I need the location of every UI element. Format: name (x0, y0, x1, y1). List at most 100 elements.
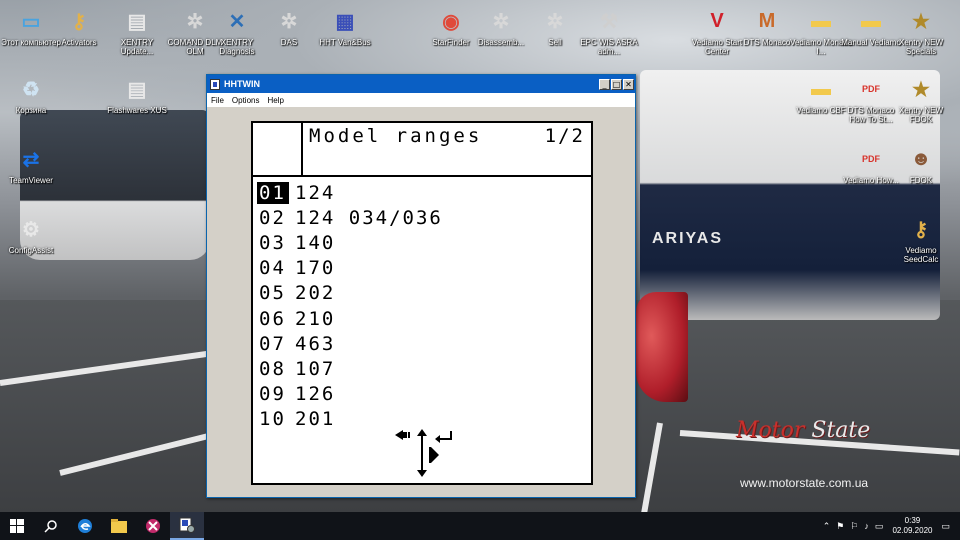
desktop-icon[interactable]: ★ Xentry NEW FDOK (890, 74, 952, 125)
model-range-number: 07 (259, 332, 286, 355)
desktop-icon-label: FDOK (909, 176, 933, 185)
up-down-arrow-icon[interactable] (417, 429, 427, 477)
wallpaper-boat-name: ARIYAS (652, 230, 723, 247)
start-icon (10, 519, 24, 533)
xentry-new-icon: ★ (912, 10, 930, 33)
folder-icon: ▬ (811, 77, 831, 100)
app-button[interactable] (136, 512, 170, 540)
model-range-row[interactable]: 06 210 (257, 306, 443, 331)
desktop-icon-label: EPC WIS ASRA adm... (580, 38, 638, 56)
desktop-icon-label: Xentry NEW Specials (898, 38, 943, 56)
desktop-icon[interactable]: M DTS Monaco (736, 6, 798, 48)
model-range-number: 06 (259, 307, 286, 330)
edge-button[interactable] (68, 512, 102, 540)
model-range-row[interactable]: 07 463 (257, 331, 443, 356)
network-icon[interactable]: ⚑ (836, 521, 844, 532)
config-assist-icon: ⚙ (22, 218, 40, 241)
fdok-icon: ☻ (910, 147, 932, 170)
folder-icon: ▬ (811, 9, 831, 32)
power-icon[interactable]: ▭ (875, 521, 884, 532)
desktop-icon-label: StarFinder (432, 38, 470, 47)
desktop-icon-label: HHT Van&Bus (319, 38, 371, 47)
menu-options[interactable]: Options (232, 96, 260, 105)
model-range-value: 210 (295, 307, 336, 330)
model-range-row[interactable]: 08 107 (257, 356, 443, 381)
model-range-row[interactable]: 09 126 (257, 382, 443, 407)
notifications-icon[interactable]: ▭ (941, 521, 950, 532)
lcd-header-divider (253, 175, 591, 177)
clock-date: 02.09.2020 (892, 526, 933, 535)
play-right-icon[interactable] (429, 447, 439, 463)
enter-icon[interactable] (435, 431, 452, 443)
edge-icon (78, 519, 92, 533)
desktop-icon[interactable]: ⚷ Activators (48, 6, 110, 48)
model-range-value: 124 034/036 (295, 206, 443, 229)
menu-file[interactable]: File (211, 96, 224, 105)
model-range-number: 10 (259, 408, 286, 431)
desktop-icon[interactable]: ✲ DAS (258, 6, 320, 48)
desktop-icon-label: XENTRY Update... (120, 38, 154, 56)
desktop-icon[interactable]: ▤ Flashwares XUS (106, 74, 168, 116)
menu-bar: File Options Help (207, 93, 635, 107)
xentry-diagnosis-icon: ✕ (228, 10, 246, 33)
model-range-row[interactable]: 04 170 (257, 256, 443, 281)
close-button[interactable]: ✕ (623, 78, 634, 90)
desktop-icon[interactable]: ✲ Sell (524, 6, 586, 48)
clock[interactable]: 0:39 02.09.2020 (892, 516, 932, 536)
desktop-icon-label: Корзина (15, 106, 47, 115)
desktop-icon-label: Sell (548, 38, 562, 47)
model-range-number: 04 (259, 257, 286, 280)
wallpaper-car (636, 292, 688, 402)
desktop-icon[interactable]: ⚒ EPC WIS ASRA adm... (578, 6, 640, 57)
window-title: HHTWIN (224, 79, 260, 89)
wallpaper-brand-logo: Motor State (736, 418, 870, 443)
system-tray: ⌃ ⚑ ⚐ ♪ ▭ 0:39 02.09.2020 ▭ (820, 512, 960, 540)
model-range-row[interactable]: 01 124 (257, 180, 443, 205)
model-range-row[interactable]: 05 202 (257, 281, 443, 306)
file-explorer-button[interactable] (102, 512, 136, 540)
search-button[interactable] (34, 512, 68, 540)
hhtwin-window[interactable]: HHTWIN _ □ ✕ File Options Help Model ran… (206, 74, 636, 498)
model-range-value: 463 (295, 332, 336, 355)
desktop-icon[interactable]: ✲ Disassemb... (470, 6, 532, 48)
desktop-icon[interactable]: ⚙ ConfigAssist (0, 214, 62, 256)
desktop-icon-label: Vediamo SeedCalc (903, 246, 939, 264)
desktop-icon-label: Flashwares XUS (107, 106, 167, 115)
wallpaper-url: www.motorstate.com.ua (740, 476, 869, 490)
hht-lcd-display[interactable]: Model ranges 1/2 01 124 02 124 034/036 03 140… (251, 121, 593, 485)
xentry-update-icon: ▤ (127, 10, 147, 33)
desktop-icon[interactable]: ☻ FDOK (890, 144, 952, 186)
desktop-icon-label: Activators (61, 38, 97, 47)
start-button[interactable] (0, 512, 34, 540)
chevron-up-icon[interactable]: ⌃ (823, 521, 831, 532)
model-range-value: 124 (295, 181, 336, 204)
desktop-icon[interactable]: ★ Xentry NEW Specials (890, 6, 952, 57)
language-icon[interactable]: ⚐ (850, 521, 858, 532)
model-range-number: 09 (259, 383, 286, 406)
window-titlebar[interactable]: HHTWIN _ □ ✕ (207, 75, 635, 93)
mercedes-star-icon: ✲ (546, 10, 564, 33)
minimize-button[interactable]: _ (599, 78, 610, 90)
desktop-icon[interactable]: ⇄ TeamViewer (0, 144, 62, 186)
maximize-button[interactable]: □ (611, 78, 622, 90)
model-range-row[interactable]: 02 124 034/036 (257, 205, 443, 230)
pdf-icon: PDF (862, 154, 880, 164)
model-range-value: 201 (295, 408, 336, 431)
lcd-soft-keys (395, 429, 452, 477)
model-range-row[interactable]: 03 140 (257, 230, 443, 255)
volume-icon[interactable]: ♪ (864, 521, 869, 531)
menu-help[interactable]: Help (267, 96, 283, 105)
desktop-icon[interactable]: ⚷ Vediamo SeedCalc (890, 214, 952, 265)
flashwares-icon: ▤ (127, 78, 147, 101)
brand-part1: Motor (736, 418, 805, 443)
seedcalc-icon: ⚷ (913, 218, 929, 241)
desktop-icon[interactable]: ▤ XENTRY Update... (106, 6, 168, 57)
hhtwin-app-icon[interactable] (210, 78, 220, 90)
model-range-value: 107 (295, 357, 336, 380)
desktop-icon[interactable]: ▦ HHT Van&Bus (314, 6, 376, 48)
back-arrow-icon[interactable] (395, 430, 410, 440)
dts-monaco-icon: M (758, 9, 776, 32)
desktop-icon[interactable]: ♻ Корзина (0, 74, 62, 116)
model-range-number: 05 (259, 282, 286, 305)
hhtwin-task-button[interactable] (170, 512, 204, 540)
